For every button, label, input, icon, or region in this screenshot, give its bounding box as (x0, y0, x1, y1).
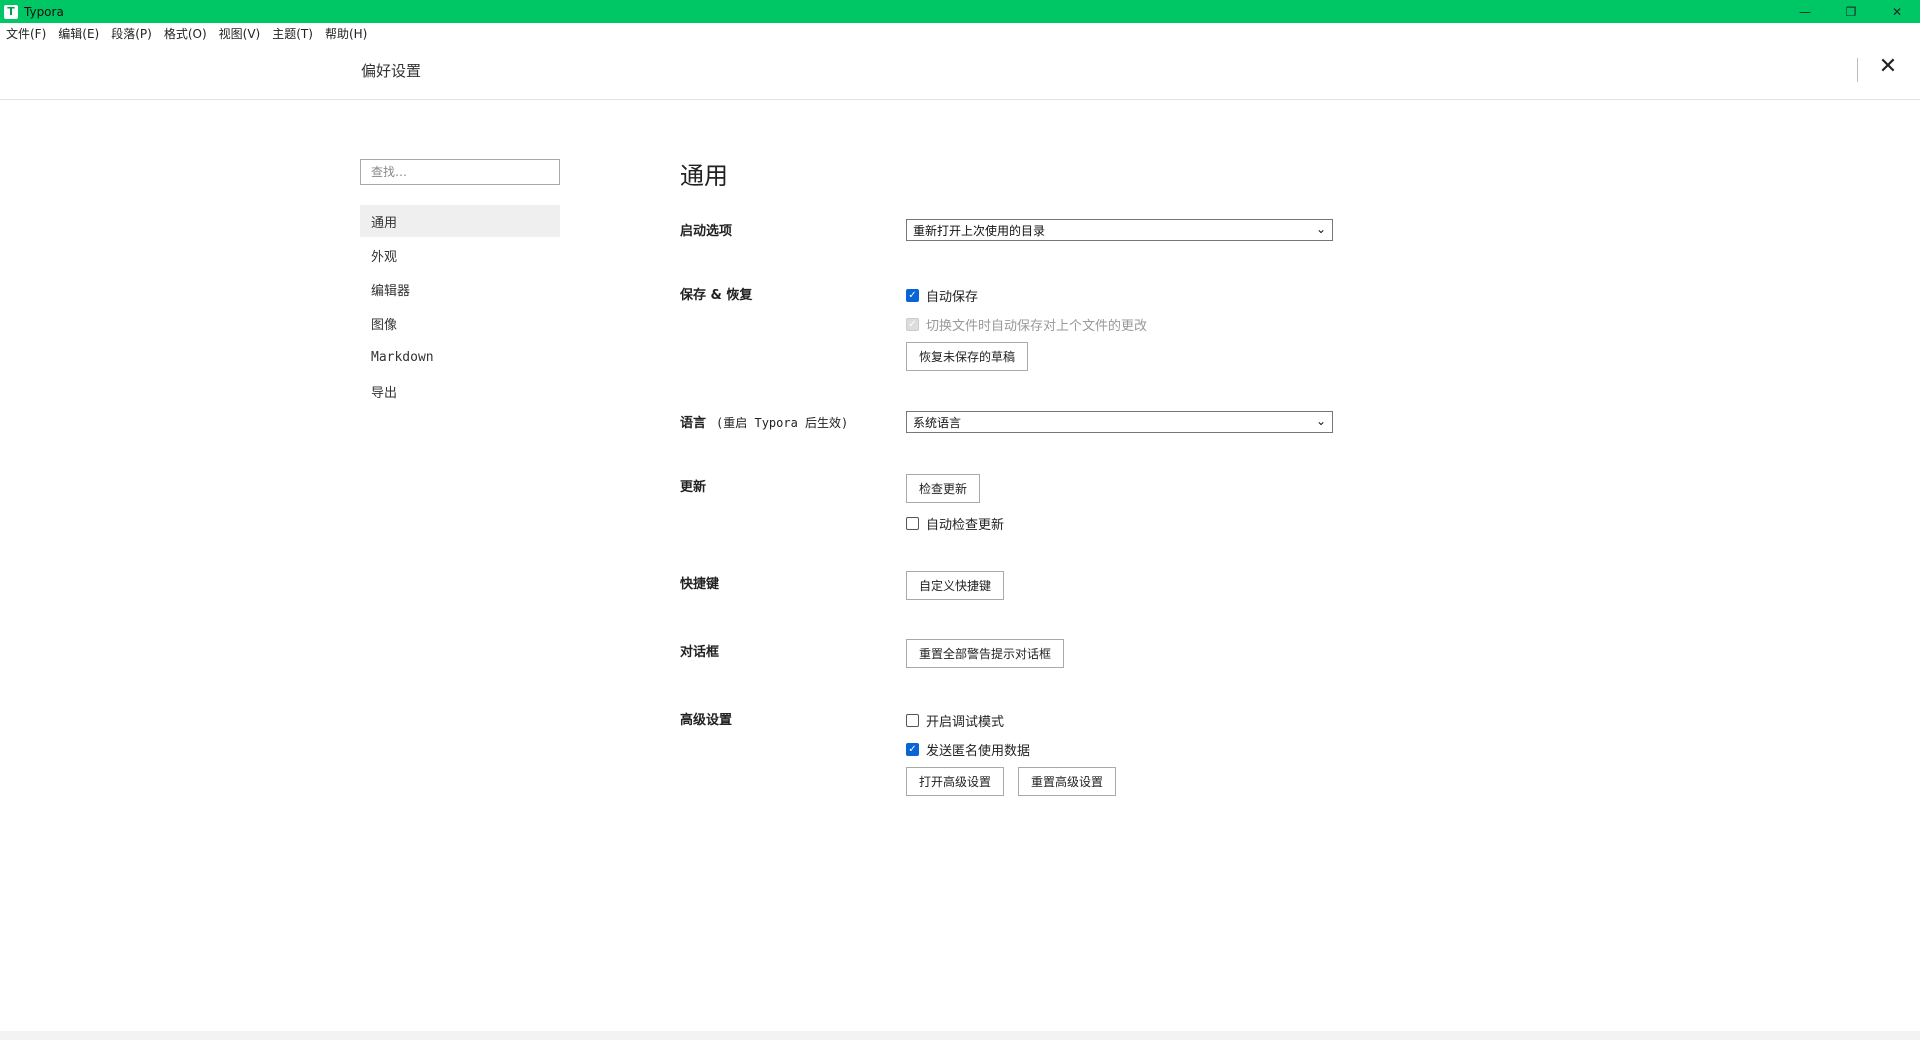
startup-select[interactable]: 重新打开上次使用的目录 ⌄ (906, 219, 1333, 241)
minimize-button[interactable]: — (1782, 0, 1828, 23)
sidebar-nav: 通用 外观 编辑器 图像 Markdown 导出 (360, 205, 560, 409)
typora-app-icon: T (4, 4, 18, 19)
chevron-down-icon: ⌄ (1315, 414, 1326, 428)
debug-mode-row[interactable]: 开启调试模式 (906, 711, 1004, 730)
page-title: 偏好设置 (361, 62, 422, 80)
telemetry-row[interactable]: ✓ 发送匿名使用数据 (906, 740, 1030, 759)
window-title: Typora (24, 4, 64, 19)
dialog-label: 对话框 (680, 645, 720, 660)
language-note: (重启 Typora 后生效) (716, 416, 849, 430)
sidebar-item-general[interactable]: 通用 (360, 205, 560, 237)
reset-advanced-settings-button[interactable]: 重置高级设置 (1018, 767, 1117, 796)
update-label: 更新 (680, 480, 707, 495)
autosave-row[interactable]: ✓ 自动保存 (906, 286, 978, 305)
menu-theme[interactable]: 主题(T) (272, 25, 313, 42)
menu-edit[interactable]: 编辑(E) (58, 25, 99, 42)
auto-check-update-row[interactable]: 自动检查更新 (906, 514, 1004, 533)
debug-mode-checkbox[interactable] (906, 714, 919, 727)
sidebar-item-markdown[interactable]: Markdown (360, 341, 560, 373)
advanced-label: 高级设置 (680, 713, 733, 728)
startup-select-value: 重新打开上次使用的目录 (913, 223, 1046, 238)
check-update-button[interactable]: 检查更新 (906, 474, 981, 503)
open-advanced-settings-button[interactable]: 打开高级设置 (906, 767, 1005, 796)
menu-help[interactable]: 帮助(H) (325, 25, 367, 42)
header-divider (1857, 58, 1858, 82)
menu-paragraph[interactable]: 段落(P) (111, 25, 152, 42)
telemetry-label: 发送匿名使用数据 (926, 744, 1031, 759)
language-label: 语言 (重启 Typora 后生效) (680, 412, 848, 431)
search-input[interactable] (360, 159, 560, 185)
chevron-down-icon: ⌄ (1315, 222, 1326, 236)
recover-drafts-button[interactable]: 恢复未保存的草稿 (906, 342, 1029, 371)
bottom-status-bar (0, 1031, 1920, 1040)
reset-dialogs-button[interactable]: 重置全部警告提示对话框 (906, 639, 1065, 668)
section-title: 通用 (680, 162, 728, 190)
telemetry-checkbox[interactable]: ✓ (906, 743, 919, 756)
language-label-text: 语言 (680, 416, 707, 431)
menu-bar: 文件(F) 编辑(E) 段落(P) 格式(O) 视图(V) 主题(T) 帮助(H… (0, 23, 379, 43)
menu-view[interactable]: 视图(V) (219, 25, 261, 42)
restore-button[interactable]: ❐ (1828, 0, 1874, 23)
autosave-checkbox[interactable]: ✓ (906, 289, 919, 302)
close-preferences-icon[interactable]: ✕ (1876, 55, 1900, 79)
shortcuts-label: 快捷键 (680, 577, 720, 592)
language-select[interactable]: 系统语言 ⌄ (906, 411, 1333, 433)
menu-file[interactable]: 文件(F) (6, 25, 46, 42)
switch-autosave-checkbox: ✓ (906, 318, 919, 331)
menu-format[interactable]: 格式(O) (164, 25, 207, 42)
save-restore-label: 保存 & 恢复 (680, 288, 753, 303)
auto-check-update-checkbox[interactable] (906, 517, 919, 530)
debug-mode-label: 开启调试模式 (926, 715, 1005, 730)
autosave-label: 自动保存 (926, 290, 979, 305)
language-select-value: 系统语言 (913, 415, 962, 430)
startup-label: 启动选项 (680, 224, 733, 239)
sidebar-item-image[interactable]: 图像 (360, 307, 560, 339)
window-close-button[interactable]: ✕ (1874, 0, 1920, 23)
customize-shortcuts-button[interactable]: 自定义快捷键 (906, 571, 1005, 600)
sidebar-item-export[interactable]: 导出 (360, 375, 560, 407)
auto-check-update-label: 自动检查更新 (926, 518, 1005, 533)
switch-autosave-row: ✓ 切换文件时自动保存对上个文件的更改 (906, 315, 1147, 334)
preferences-header: 偏好设置 ✕ (0, 43, 1920, 100)
window-controls: — ❐ ✕ (1782, 0, 1920, 23)
title-bar: T Typora — ❐ ✕ (0, 0, 1920, 23)
sidebar-item-editor[interactable]: 编辑器 (360, 273, 560, 305)
sidebar-item-appearance[interactable]: 外观 (360, 239, 560, 271)
switch-autosave-label: 切换文件时自动保存对上个文件的更改 (926, 319, 1148, 334)
